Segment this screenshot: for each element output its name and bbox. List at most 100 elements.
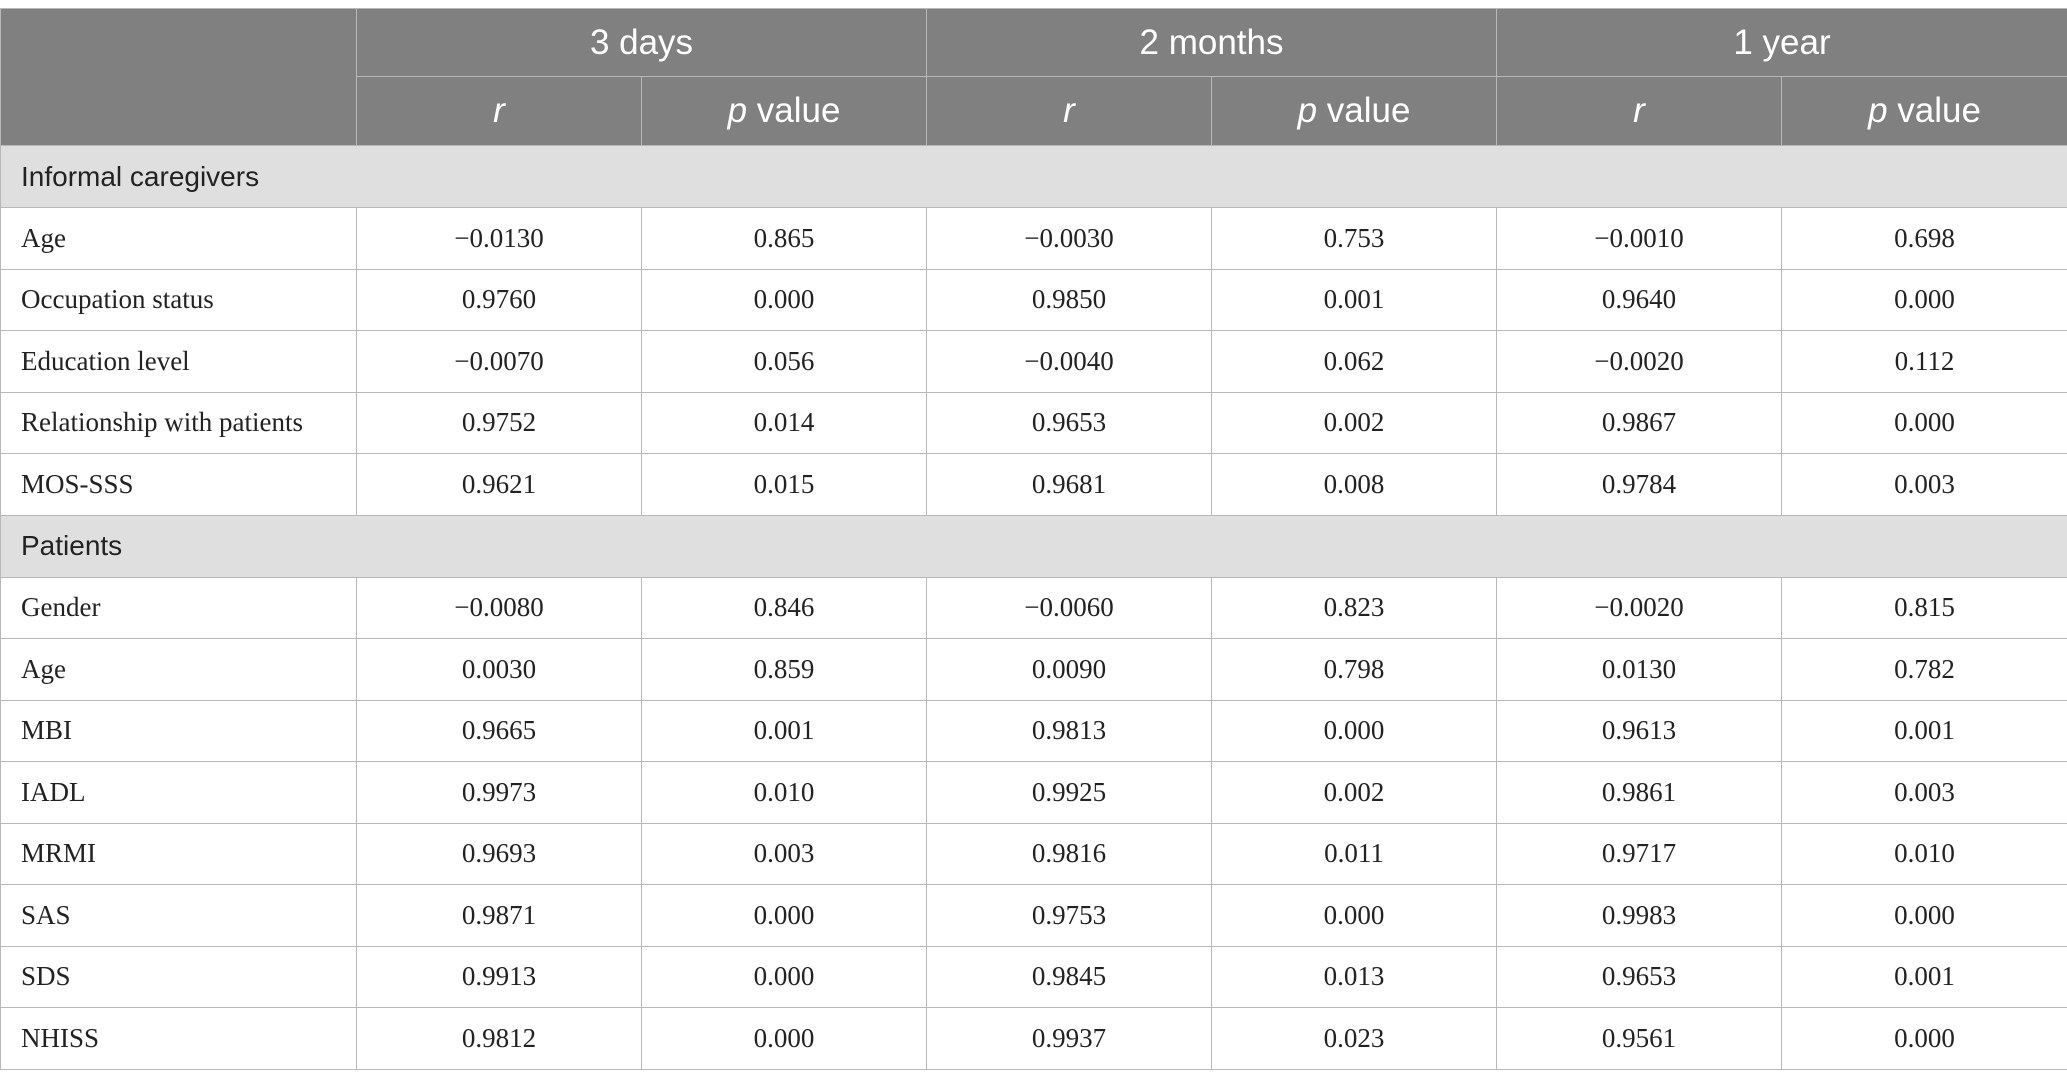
p-value-cell: 0.798: [1211, 638, 1497, 701]
p-value-cell: 0.859: [641, 638, 927, 701]
period-header-row: 3 days 2 months 1 year: [0, 8, 2067, 146]
table-row: SDS 0.9913 0.000 0.9845 0.013 0.9653 0.001: [0, 945, 2067, 1008]
r-value-cell: 0.9621: [356, 453, 642, 516]
r-value-cell: 0.0130: [1496, 638, 1782, 701]
p-value-cell: 0.003: [1781, 761, 2067, 824]
p-value-cell: 0.815: [1781, 576, 2067, 639]
p-value-cell: 0.003: [641, 822, 927, 885]
table-body: Informal caregivers Age −0.0130 0.865 −0.003…: [0, 145, 2067, 1070]
p-value-cell: 0.062: [1211, 330, 1497, 393]
r-value-cell: 0.9665: [356, 699, 642, 762]
p-value-cell: 0.865: [641, 207, 927, 270]
section-header-row: Patients: [0, 514, 2067, 578]
table-row: Gender −0.0080 0.846 −0.0060 0.823 −0.0020 0.8…: [0, 576, 2067, 639]
table-header: 3 days 2 months 1 year r p value r p val…: [0, 8, 2067, 146]
r-value-cell: 0.9913: [356, 945, 642, 1008]
table-row: Education level −0.0070 0.056 −0.0040 0.062−…: [0, 330, 2067, 393]
table-row: NHISS 0.9812 0.000 0.9937 0.023 0.9561 0.000: [0, 1007, 2067, 1070]
r-value-cell: 0.9925: [926, 761, 1212, 824]
table-row: Occupation status 0.9760 0.000 0.9850 0.001 0…: [0, 268, 2067, 331]
table-row: Age −0.0130 0.865 −0.0030 0.753 −0.0010 0.698: [0, 207, 2067, 270]
r-value-cell: 0.9717: [1496, 822, 1782, 885]
r-value-cell: 0.9752: [356, 391, 642, 454]
r-value-cell: 0.9693: [356, 822, 642, 885]
p-value-cell: 0.015: [641, 453, 927, 516]
row-label: Relationship with patients: [0, 391, 357, 454]
r-value-cell: −0.0060: [926, 576, 1212, 639]
p-value-cell: 0.001: [641, 699, 927, 762]
r-value-cell: 0.9816: [926, 822, 1212, 885]
r-value-cell: −0.0030: [926, 207, 1212, 270]
row-label-header: [0, 8, 357, 146]
r-value-cell: −0.0130: [356, 207, 642, 270]
p-value-cell: 0.014: [641, 391, 927, 454]
p-value-cell: 0.000: [1211, 884, 1497, 947]
row-label: Occupation status: [0, 268, 357, 331]
row-label: SAS: [0, 884, 357, 947]
r-value-cell: 0.9653: [926, 391, 1212, 454]
table-row: Age 0.0030 0.859 0.0090 0.798 0.0130 0.782: [0, 638, 2067, 701]
r-value-cell: 0.9653: [1496, 945, 1782, 1008]
p-value-cell: 0.000: [641, 945, 927, 1008]
row-label: Age: [0, 638, 357, 701]
r-value-cell: 0.9753: [926, 884, 1212, 947]
r-value-cell: 0.0030: [356, 638, 642, 701]
p-value-cell: 0.000: [641, 884, 927, 947]
period-header-1-year: 1 year: [1496, 8, 2067, 77]
p-value-cell: 0.823: [1211, 576, 1497, 639]
r-value-cell: 0.9861: [1496, 761, 1782, 824]
row-label: MBI: [0, 699, 357, 762]
r-value-cell: −0.0080: [356, 576, 642, 639]
r-value-cell: 0.9850: [926, 268, 1212, 331]
p-value-cell: 0.002: [1211, 391, 1497, 454]
row-label: SDS: [0, 945, 357, 1008]
p-value-cell: 0.010: [1781, 822, 2067, 885]
section-title: Informal caregivers: [0, 145, 2067, 208]
row-label: Gender: [0, 576, 357, 639]
p-value-cell: 0.000: [1781, 884, 2067, 947]
p-value-cell: 0.001: [1781, 945, 2067, 1008]
r-value-cell: 0.0090: [926, 638, 1212, 701]
p-value-cell: 0.112: [1781, 330, 2067, 393]
p-value-cell: 0.013: [1211, 945, 1497, 1008]
r-value-cell: −0.0040: [926, 330, 1212, 393]
period-header-3-days: 3 days: [356, 8, 927, 77]
p-value-cell: 0.023: [1211, 1007, 1497, 1070]
p-value-cell: 0.000: [1211, 699, 1497, 762]
p-value-cell: 0.001: [1781, 699, 2067, 762]
row-label: Age: [0, 207, 357, 270]
p-value-cell: 0.010: [641, 761, 927, 824]
table-row: MRMI 0.9693 0.003 0.9816 0.011 0.9717 0.010: [0, 822, 2067, 885]
r-value-cell: −0.0070: [356, 330, 642, 393]
period-header-2-months: 2 months: [926, 8, 1497, 77]
r-value-cell: 0.9813: [926, 699, 1212, 762]
section-header-row: Informal caregivers: [0, 145, 2067, 208]
p-value-cell: 0.056: [641, 330, 927, 393]
p-value-cell: 0.001: [1211, 268, 1497, 331]
r-value-cell: −0.0010: [1496, 207, 1782, 270]
p-value-cell: 0.000: [1781, 391, 2067, 454]
r-value-cell: 0.9937: [926, 1007, 1212, 1070]
r-value-cell: −0.0020: [1496, 330, 1782, 393]
r-value-cell: 0.9681: [926, 453, 1212, 516]
p-value-cell: 0.698: [1781, 207, 2067, 270]
p-value-header: p value: [1781, 76, 2067, 146]
p-value-cell: 0.003: [1781, 453, 2067, 516]
r-value-cell: −0.0020: [1496, 576, 1782, 639]
r-header: r: [356, 76, 642, 146]
r-value-cell: 0.9760: [356, 268, 642, 331]
table-row: MOS-SSS 0.9621 0.015 0.9681 0.008 0.9784 0.003: [0, 453, 2067, 516]
correlation-table: 3 days 2 months 1 year r p value r p val…: [0, 8, 2067, 1070]
r-header: r: [1496, 76, 1782, 146]
row-label: NHISS: [0, 1007, 357, 1070]
p-value-header: p value: [1211, 76, 1497, 146]
table-row: Relationship with patients 0.9752 0.014 0.9…: [0, 391, 2067, 454]
p-value-cell: 0.000: [1781, 1007, 2067, 1070]
r-value-cell: 0.9613: [1496, 699, 1782, 762]
p-value-cell: 0.000: [1781, 268, 2067, 331]
r-value-cell: 0.9871: [356, 884, 642, 947]
p-value-cell: 0.008: [1211, 453, 1497, 516]
r-value-cell: 0.9812: [356, 1007, 642, 1070]
r-value-cell: 0.9867: [1496, 391, 1782, 454]
table-row: SAS 0.9871 0.000 0.9753 0.000 0.9983 0.000: [0, 884, 2067, 947]
